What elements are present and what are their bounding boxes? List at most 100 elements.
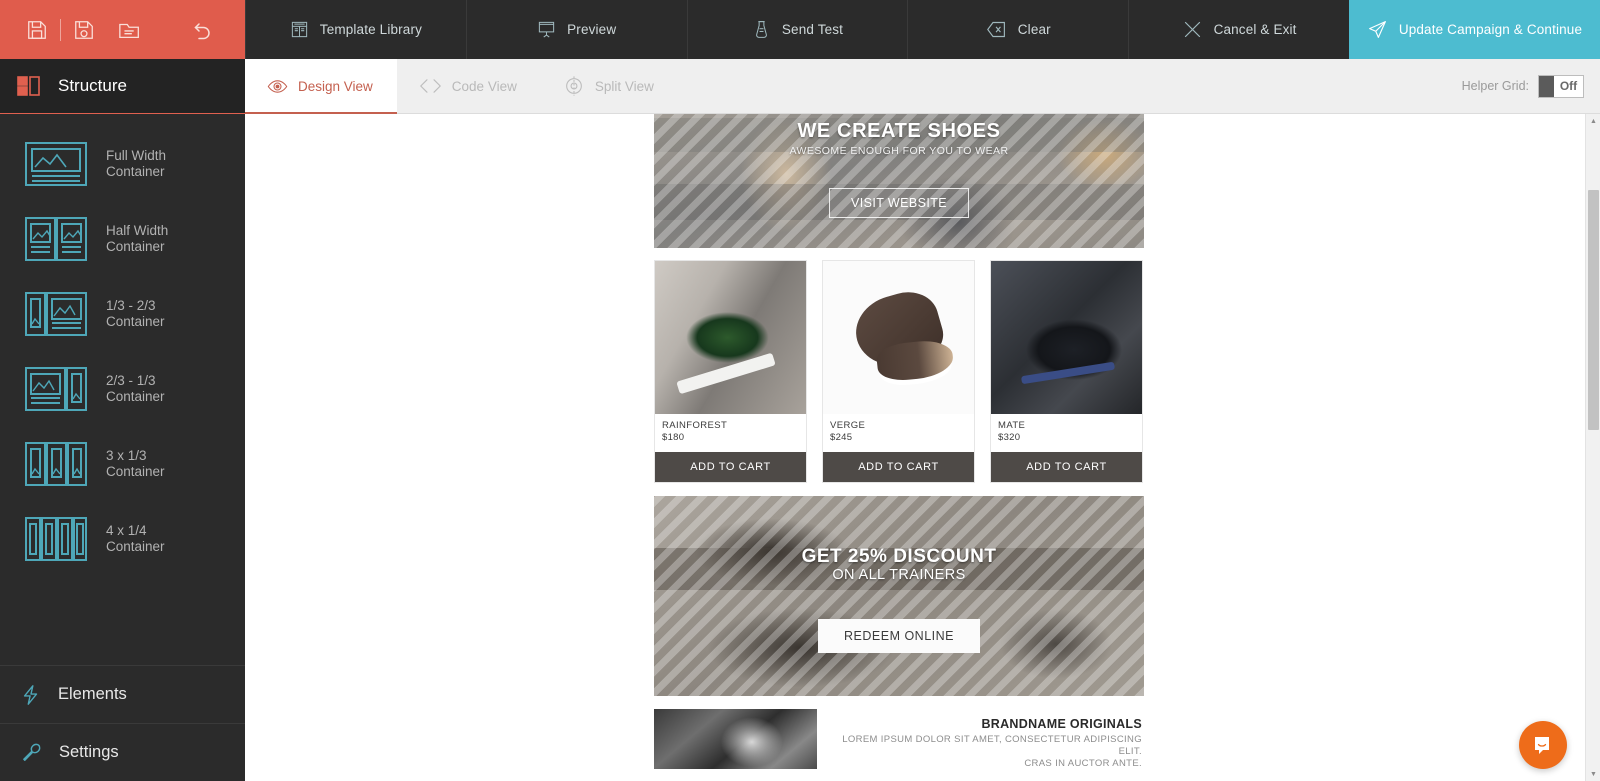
top-toolbar: Template Library Preview Send Test Clear xyxy=(0,0,1600,59)
sidebar-settings-label: Settings xyxy=(59,743,119,761)
sidebar-title: Structure xyxy=(58,76,127,95)
scroll-up-arrow-icon[interactable]: ▲ xyxy=(1586,114,1600,128)
helper-grid-control: Helper Grid: Off xyxy=(1461,74,1600,98)
product-image xyxy=(655,261,806,414)
email-template: WE CREATE SHOES AWESOME ENOUGH FOR YOU T… xyxy=(654,114,1144,769)
footer-text: BRANDNAME ORIGINALS LOREM IPSUM DOLOR SI… xyxy=(817,709,1144,769)
discount-title: GET 25% DISCOUNT xyxy=(801,546,997,567)
toolbar-clear-label: Clear xyxy=(1017,22,1051,37)
sidebar-item-half-width-container[interactable]: Half Width Container xyxy=(0,201,245,276)
send-test-icon xyxy=(752,20,771,39)
sidebar-bottom-nav: Elements Settings xyxy=(0,665,245,781)
toolbar-cancel-exit-label: Cancel & Exit xyxy=(1213,22,1297,37)
product-name: MATE xyxy=(998,420,1026,431)
redeem-online-button[interactable]: REDEEM ONLINE xyxy=(818,619,980,653)
toolbar-update-campaign-label: Update Campaign & Continue xyxy=(1398,22,1583,37)
save-as-icon[interactable] xyxy=(61,7,107,53)
product-card[interactable]: MATE $320 ADD TO CART xyxy=(990,260,1143,483)
tab-design-view[interactable]: Design View xyxy=(245,58,397,115)
preview-icon xyxy=(537,20,556,39)
three-by-one-third-container-icon xyxy=(24,441,88,487)
send-plane-icon xyxy=(1367,19,1388,40)
tab-split-view-label: Split View xyxy=(594,78,654,94)
sidebar-item-three-by-one-third-container[interactable]: 3 x 1/3 Container xyxy=(0,426,245,501)
save-icon[interactable] xyxy=(14,7,60,53)
scrollbar-thumb[interactable] xyxy=(1588,190,1599,430)
eye-icon xyxy=(267,76,288,97)
two-third-one-third-container-icon xyxy=(24,366,88,412)
helper-grid-label: Helper Grid: xyxy=(1461,79,1529,93)
product-price: $320 xyxy=(998,432,1021,443)
toolbar-cancel-exit-button[interactable]: Cancel & Exit xyxy=(1128,0,1349,59)
chat-bubble-icon xyxy=(1530,732,1556,758)
template-library-icon xyxy=(290,20,309,39)
scroll-down-arrow-icon[interactable]: ▼ xyxy=(1586,767,1600,781)
product-grid: RAINFOREST $180 ADD TO CART VERGE $245 A… xyxy=(654,260,1144,483)
cancel-exit-icon xyxy=(1182,19,1203,40)
full-width-container-icon xyxy=(24,141,88,187)
product-meta: RAINFOREST $180 xyxy=(655,414,806,452)
product-card[interactable]: VERGE $245 ADD TO CART xyxy=(822,260,975,483)
sidebar-item-label: 1/3 - 2/3 Container xyxy=(106,298,165,329)
tab-split-view[interactable]: Split View xyxy=(541,59,678,114)
hero-visit-website-button[interactable]: VISIT WEBSITE xyxy=(829,188,969,218)
product-card[interactable]: RAINFOREST $180 ADD TO CART xyxy=(654,260,807,483)
product-name: RAINFOREST xyxy=(662,420,728,431)
email-hero-block[interactable]: WE CREATE SHOES AWESOME ENOUGH FOR YOU T… xyxy=(654,114,1144,248)
toolbar-send-test-button[interactable]: Send Test xyxy=(686,0,908,59)
structure-items-list: Full Width Container Half Width Containe… xyxy=(0,114,245,576)
toolbar-clear-button[interactable]: Clear xyxy=(907,0,1128,59)
four-by-one-quarter-container-icon xyxy=(24,516,88,562)
sidebar-header: Structure xyxy=(0,59,245,114)
toolbar-send-test-label: Send Test xyxy=(781,22,844,37)
sidebar-item-four-by-one-quarter-container[interactable]: 4 x 1/4 Container xyxy=(0,501,245,576)
toolbar-update-campaign-button[interactable]: Update Campaign & Continue xyxy=(1348,0,1600,59)
sidebar-item-two-third-one-third-container[interactable]: 2/3 - 1/3 Container xyxy=(0,351,245,426)
one-third-two-third-container-icon xyxy=(24,291,88,337)
email-discount-block[interactable]: GET 25% DISCOUNT ON ALL TRAINERS REDEEM … xyxy=(654,496,1144,696)
split-view-icon xyxy=(563,75,585,97)
undo-icon[interactable] xyxy=(179,7,225,53)
wrench-icon xyxy=(20,741,43,765)
sidebar-item-label: 3 x 1/3 Container xyxy=(106,448,165,479)
view-mode-bar: Design View Code View Split View Helper … xyxy=(245,58,1600,115)
email-footer-block[interactable]: BRANDNAME ORIGINALS LOREM IPSUM DOLOR SI… xyxy=(654,709,1144,769)
helper-grid-toggle-value: Off xyxy=(1559,79,1578,93)
helper-grid-toggle-knob xyxy=(1539,75,1554,97)
chat-launcher-button[interactable] xyxy=(1519,721,1567,769)
structure-sidebar: Structure Full Width Container Half Widt… xyxy=(0,59,245,781)
hero-subtitle: AWESOME ENOUGH FOR YOU TO WEAR xyxy=(789,145,1009,157)
spacer xyxy=(654,248,1144,260)
sidebar-item-label: Full Width Container xyxy=(106,148,167,179)
code-brackets-icon xyxy=(419,76,442,96)
half-width-container-icon xyxy=(24,216,88,262)
lightning-bolt-icon xyxy=(20,683,42,707)
sidebar-item-one-third-two-third-container[interactable]: 1/3 - 2/3 Container xyxy=(0,276,245,351)
clear-icon xyxy=(986,19,1007,40)
toolbar-template-library-label: Template Library xyxy=(319,22,422,37)
canvas-vertical-scrollbar[interactable]: ▲ ▼ xyxy=(1585,114,1600,781)
open-folder-icon[interactable] xyxy=(107,7,153,53)
product-price: $180 xyxy=(662,432,685,443)
product-price: $245 xyxy=(830,432,853,443)
product-meta: VERGE $245 xyxy=(823,414,974,452)
sidebar-item-settings[interactable]: Settings xyxy=(0,723,245,781)
sidebar-item-label: 2/3 - 1/3 Container xyxy=(106,373,165,404)
footer-title: BRANDNAME ORIGINALS xyxy=(981,717,1142,731)
sidebar-item-elements[interactable]: Elements xyxy=(0,665,245,723)
toolbar-template-library-button[interactable]: Template Library xyxy=(245,0,466,59)
add-to-cart-button[interactable]: ADD TO CART xyxy=(823,452,974,482)
hero-title: WE CREATE SHOES xyxy=(797,120,1001,142)
helper-grid-toggle[interactable]: Off xyxy=(1538,74,1584,98)
product-meta: MATE $320 xyxy=(991,414,1142,452)
toolbar-preview-button[interactable]: Preview xyxy=(465,0,687,59)
sidebar-item-full-width-container[interactable]: Full Width Container xyxy=(0,126,245,201)
product-name: VERGE xyxy=(830,420,866,431)
tab-design-view-label: Design View xyxy=(298,78,373,94)
tab-code-view-label: Code View xyxy=(451,78,517,94)
add-to-cart-button[interactable]: ADD TO CART xyxy=(655,452,806,482)
discount-subtitle: ON ALL TRAINERS xyxy=(832,567,966,583)
structure-icon xyxy=(16,74,42,98)
add-to-cart-button[interactable]: ADD TO CART xyxy=(991,452,1142,482)
tab-code-view[interactable]: Code View xyxy=(397,59,541,114)
